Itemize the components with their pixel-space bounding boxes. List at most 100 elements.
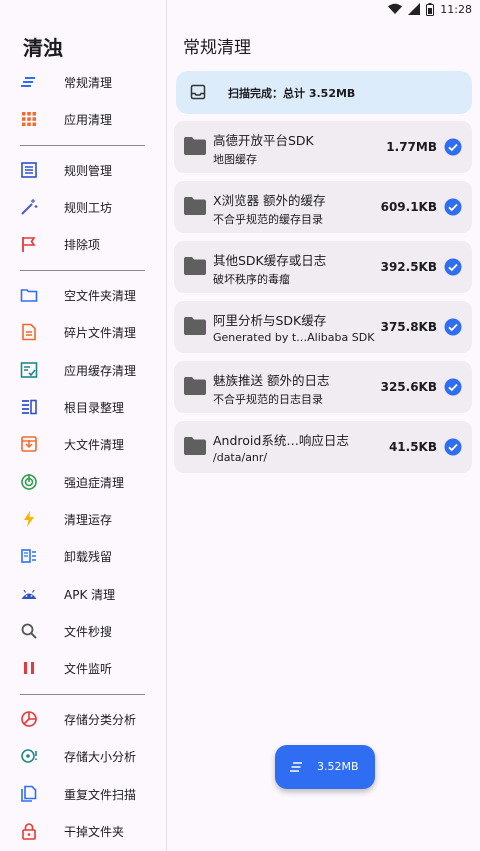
list-item[interactable]: 高德开放平台SDK 地图缓存 1.77MB [174,121,472,173]
folder-icon [184,317,206,335]
folder-outline-icon [20,286,38,304]
app-title: 清浊 [23,36,63,60]
menu-item-label: 大文件清理 [64,438,125,452]
page-title: 常规清理 [183,38,251,58]
item-size: 392.5KB [380,260,437,274]
item-description: 不合乎规范的缓存目录 [213,213,323,226]
item-description: Generated by t…Alibaba SDK [213,331,375,344]
columns-icon [20,398,38,416]
item-name: 阿里分析与SDK缓存 [213,313,327,328]
menu-item-apk-clean[interactable]: APK 清理 [0,579,166,609]
check-circle-icon[interactable] [444,198,462,216]
check-circle-icon[interactable] [444,138,462,156]
menu-item-exclusions[interactable]: 排除项 [0,229,166,259]
item-name: 其他SDK缓存或日志 [213,253,327,268]
folder-icon [184,437,206,455]
menu-item-label: 存储分类分析 [64,713,137,727]
check-circle-icon[interactable] [444,438,462,456]
pie-chart-icon [20,710,38,728]
list-box-icon [20,161,38,179]
menu-item-fragment-clean[interactable]: 碎片文件清理 [0,317,166,347]
list-item[interactable]: X浏览器 额外的缓存 不合乎规范的缓存目录 609.1KB [174,181,472,233]
menu-item-large-file[interactable]: 大文件清理 [0,429,166,459]
menu-item-label: 卸载残留 [64,550,113,564]
menu-item-label: 存储大小分析 [64,750,137,764]
menu-item-label: 文件监听 [64,662,113,676]
menu-item-label: 干掉文件夹 [64,825,125,839]
check-circle-icon[interactable] [444,318,462,336]
document-icon [20,323,38,341]
broom-lines-icon [290,762,302,772]
item-name: 魅族推送 额外的日志 [213,373,330,388]
menu-item-regular-clean[interactable]: 常规清理 [0,67,166,97]
uninstall-icon [20,547,38,565]
menu-item-label: 根目录整理 [64,401,125,415]
menu-item-file-monitor[interactable]: 文件监听 [0,653,166,683]
item-size: 1.77MB [386,140,437,154]
item-name: X浏览器 额外的缓存 [213,193,326,208]
menu-item-ocd-clean[interactable]: 强迫症清理 [0,467,166,497]
target-icon [20,473,38,491]
main-content: 常规清理 扫描完成：总计 3.52MB 高德开放平台SDK 地图缓存 1.77M… [167,0,480,851]
menu-item-label: 碎片文件清理 [64,326,137,340]
menu-item-clean-ram[interactable]: 清理运存 [0,504,166,534]
item-description: 地图缓存 [213,153,257,166]
menu-item-label: 规则管理 [64,164,113,178]
folder-icon [184,137,206,155]
broom-lines-icon [20,73,38,91]
drawer-divider [20,145,145,146]
inbox-tray-icon [190,84,206,100]
menu-item-empty-folder[interactable]: 空文件夹清理 [0,280,166,310]
menu-item-rule-workshop[interactable]: 规则工坊 [0,192,166,222]
big-file-icon [20,435,38,453]
navigation-drawer: 清浊 常规清理 应用清理 规则管理 规则工坊 排除项 空文件夹清理 碎片文件清理… [0,0,167,851]
folder-icon [184,377,206,395]
menu-item-label: 应用缓存清理 [64,364,137,378]
folder-icon [184,197,206,215]
list-item[interactable]: 其他SDK缓存或日志 破坏秩序的毒瘤 392.5KB [174,241,472,293]
menu-item-label: 重复文件扫描 [64,788,137,802]
drawer-divider [20,270,145,271]
scan-summary-card: 扫描完成：总计 3.52MB [176,71,472,114]
lightning-icon [20,510,38,528]
cache-check-icon [20,361,38,379]
clean-fab-button[interactable]: 3.52MB [275,745,375,789]
list-item[interactable]: 阿里分析与SDK缓存 Generated by t…Alibaba SDK 37… [174,301,472,353]
item-name: Android系统…响应日志 [213,433,349,448]
item-size: 375.8KB [380,320,437,334]
scan-summary-text: 扫描完成：总计 3.52MB [228,87,356,100]
flag-icon [20,235,38,253]
menu-item-label: 常规清理 [64,76,113,90]
check-circle-icon[interactable] [444,378,462,396]
menu-item-file-search[interactable]: 文件秒搜 [0,616,166,646]
lock-icon [20,822,38,840]
menu-item-label: 应用清理 [64,113,113,127]
list-item[interactable]: Android系统…响应日志 /data/anr/ 41.5KB [174,421,472,473]
folder-icon [184,257,206,275]
menu-item-app-clean[interactable]: 应用清理 [0,104,166,134]
menu-item-label: 空文件夹清理 [64,289,137,303]
duplicate-file-icon [20,785,38,803]
menu-item-label: 强迫症清理 [64,476,125,490]
menu-item-label: 清理运存 [64,513,113,527]
item-description: 不合乎规范的日志目录 [213,393,323,406]
android-icon [20,585,38,603]
menu-item-label: 规则工坊 [64,201,113,215]
menu-item-storage-category[interactable]: 存储分类分析 [0,704,166,734]
item-size: 325.6KB [380,380,437,394]
drawer-divider [20,694,145,695]
check-circle-icon[interactable] [444,258,462,276]
menu-item-root-organize[interactable]: 根目录整理 [0,392,166,422]
menu-item-duplicate-scan[interactable]: 重复文件扫描 [0,779,166,809]
magic-wand-icon [20,198,38,216]
storage-size-icon [20,747,38,765]
menu-item-label: 排除项 [64,238,101,252]
menu-item-app-cache[interactable]: 应用缓存清理 [0,355,166,385]
fab-label: 3.52MB [317,760,359,773]
list-item[interactable]: 魅族推送 额外的日志 不合乎规范的日志目录 325.6KB [174,361,472,413]
pause-icon [20,659,38,677]
menu-item-rule-manage[interactable]: 规则管理 [0,155,166,185]
menu-item-kill-folder[interactable]: 干掉文件夹 [0,816,166,846]
menu-item-uninstall-residue[interactable]: 卸载残留 [0,541,166,571]
menu-item-storage-size[interactable]: 存储大小分析 [0,741,166,771]
